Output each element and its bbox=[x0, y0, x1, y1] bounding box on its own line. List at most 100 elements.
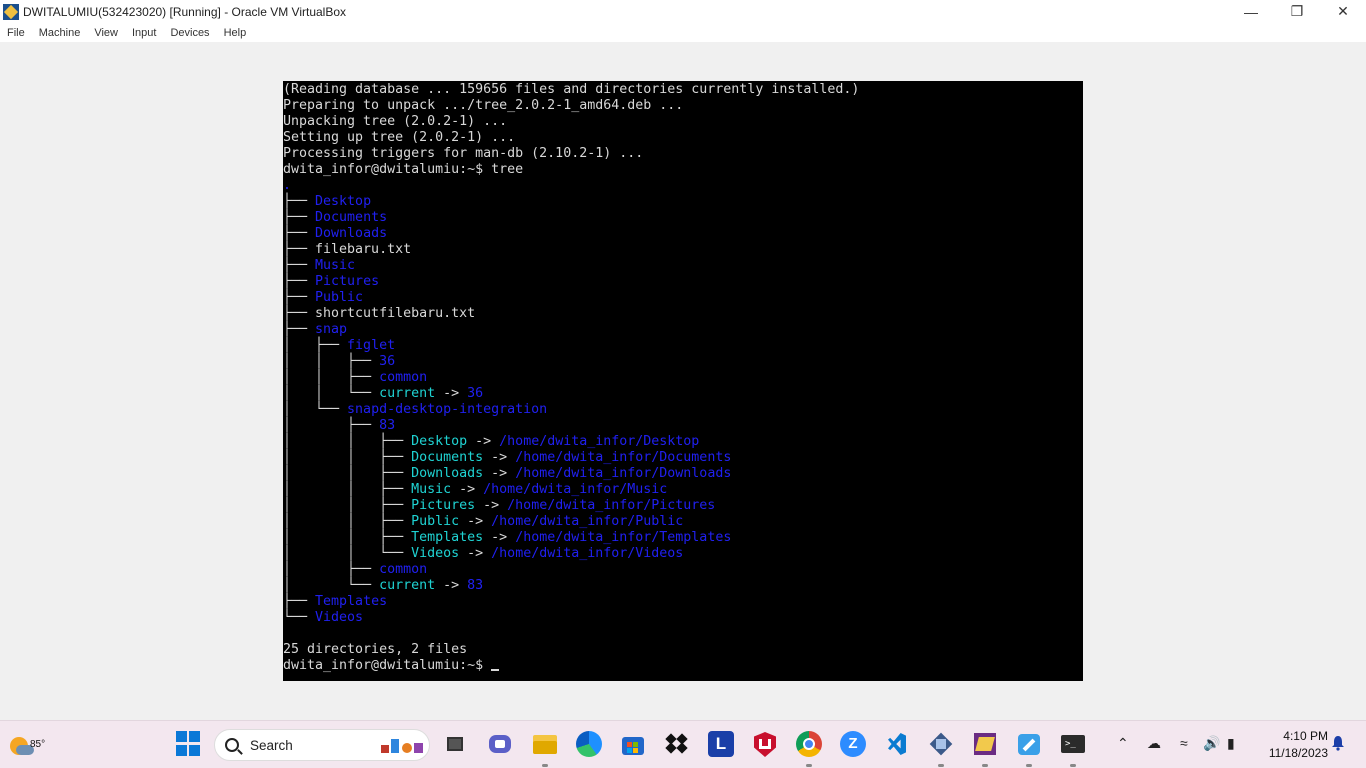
terminal-text: Preparing to unpack .../tree_2.0.2-1_amd… bbox=[283, 98, 684, 113]
paint-icon[interactable] bbox=[1016, 731, 1042, 757]
terminal-line: │ ├── common bbox=[283, 562, 859, 578]
symlink-name: Music bbox=[411, 482, 452, 497]
vscode-icon[interactable] bbox=[884, 731, 910, 757]
terminal-text: -> bbox=[459, 514, 492, 529]
search-icon bbox=[225, 738, 239, 752]
menu-file[interactable]: File bbox=[0, 27, 32, 39]
symlink-name: current bbox=[379, 386, 436, 401]
terminal-line: ├── Desktop bbox=[283, 194, 859, 210]
notification-bell-icon[interactable] bbox=[1331, 735, 1345, 751]
terminal-text: └── bbox=[283, 610, 316, 625]
terminal-line: │ │ ├── Music -> /home/dwita_infor/Music bbox=[283, 482, 859, 498]
terminal-line: │ └── current -> 83 bbox=[283, 578, 859, 594]
terminal-icon[interactable]: >_ bbox=[1060, 731, 1086, 757]
symlink-name: Downloads bbox=[411, 466, 484, 481]
menu-devices[interactable]: Devices bbox=[163, 27, 216, 39]
terminal-text: │ ├── bbox=[283, 418, 380, 433]
terminal-output: (Reading database ... 159656 files and d… bbox=[283, 82, 859, 674]
directory-name: Music bbox=[315, 258, 356, 273]
terminal-line: ├── snap bbox=[283, 322, 859, 338]
clock-time[interactable]: 4:10 PM bbox=[1268, 729, 1328, 743]
zoom-icon[interactable]: Z bbox=[840, 731, 866, 757]
terminal-line: │ ├── 83 bbox=[283, 418, 859, 434]
menu-machine[interactable]: Machine bbox=[32, 27, 88, 39]
terminal-text: │ │ ├── bbox=[283, 482, 412, 497]
mcafee-icon[interactable] bbox=[752, 731, 778, 757]
terminal-line: Preparing to unpack .../tree_2.0.2-1_amd… bbox=[283, 98, 859, 114]
running-indicator bbox=[982, 764, 988, 767]
search-input[interactable]: Search bbox=[214, 729, 430, 761]
terminal-text: -> bbox=[451, 482, 484, 497]
task-view-icon[interactable] bbox=[443, 731, 469, 757]
terminal-text: │ └── bbox=[283, 402, 348, 417]
file-explorer-icon[interactable] bbox=[532, 731, 558, 757]
terminal-text: │ ├── bbox=[283, 338, 348, 353]
chat-icon[interactable] bbox=[487, 731, 513, 757]
terminal-text: │ │ ├── bbox=[283, 498, 412, 513]
search-highlight-icon bbox=[381, 739, 423, 753]
directory-name: Desktop bbox=[315, 194, 372, 209]
window-titlebar[interactable]: DWITALUMIU(532423020) [Running] - Oracle… bbox=[0, 0, 1366, 23]
dropbox-icon[interactable] bbox=[664, 731, 690, 757]
symlink-name: Desktop bbox=[411, 434, 468, 449]
symlink-name: Pictures bbox=[411, 498, 476, 513]
clock-date[interactable]: 11/18/2023 bbox=[1258, 746, 1328, 760]
terminal-line: │ │ └── Videos -> /home/dwita_infor/Vide… bbox=[283, 546, 859, 562]
terminal-line: │ │ ├── Documents -> /home/dwita_infor/D… bbox=[283, 450, 859, 466]
terminal-screen[interactable]: (Reading database ... 159656 files and d… bbox=[283, 81, 1083, 681]
menu-help[interactable]: Help bbox=[217, 27, 254, 39]
winrar-icon[interactable] bbox=[972, 731, 998, 757]
directory-name: 36 bbox=[379, 354, 396, 369]
terminal-text: │ │ ├── bbox=[283, 530, 412, 545]
menu-view[interactable]: View bbox=[87, 27, 125, 39]
terminal-text: │ │ ├── bbox=[283, 466, 412, 481]
wifi-icon[interactable]: ≈ bbox=[1180, 735, 1188, 751]
minimize-icon[interactable]: — bbox=[1228, 0, 1274, 23]
taskbar: 85° Search L Z >_ ⌃ ☁ ≈ 🔊 ▮ 4:10 PM 11/1… bbox=[0, 720, 1366, 768]
menu-bar: File Machine View Input Devices Help bbox=[0, 23, 1366, 42]
symlink-target: /home/dwita_infor/Documents bbox=[515, 450, 732, 465]
l-app-icon[interactable]: L bbox=[708, 731, 734, 757]
symlink-target: /home/dwita_infor/Desktop bbox=[499, 434, 700, 449]
symlink-target: 36 bbox=[467, 386, 484, 401]
terminal-text: │ │ ├── bbox=[283, 370, 380, 385]
menu-input[interactable]: Input bbox=[125, 27, 163, 39]
terminal-line: Unpacking tree (2.0.2-1) ... bbox=[283, 114, 859, 130]
terminal-line: │ │ ├── 36 bbox=[283, 354, 859, 370]
terminal-line: │ │ ├── Templates -> /home/dwita_infor/T… bbox=[283, 530, 859, 546]
terminal-text: │ │ └── bbox=[283, 546, 412, 561]
symlink-name: Templates bbox=[411, 530, 484, 545]
battery-icon[interactable]: ▮ bbox=[1227, 735, 1235, 752]
directory-name: common bbox=[379, 370, 428, 385]
terminal-text: │ │ ├── bbox=[283, 354, 380, 369]
terminal-text: dwita_infor@dwitalumiu:~$ tree bbox=[283, 162, 524, 177]
virtualbox-app-icon bbox=[3, 3, 19, 20]
chevron-up-icon[interactable]: ⌃ bbox=[1117, 735, 1129, 752]
terminal-line: │ ├── figlet bbox=[283, 338, 859, 354]
close-icon[interactable]: ✕ bbox=[1320, 0, 1366, 23]
terminal-line: │ │ ├── Downloads -> /home/dwita_infor/D… bbox=[283, 466, 859, 482]
store-icon[interactable] bbox=[620, 731, 646, 757]
symlink-target: /home/dwita_infor/Pictures bbox=[507, 498, 716, 513]
terminal-text: (Reading database ... 159656 files and d… bbox=[283, 82, 860, 97]
weather-widget[interactable]: 85° bbox=[8, 729, 48, 761]
restore-icon[interactable]: ❐ bbox=[1274, 0, 1320, 23]
terminal-text: -> bbox=[467, 434, 500, 449]
start-icon[interactable] bbox=[176, 731, 202, 757]
terminal-line: ├── Music bbox=[283, 258, 859, 274]
terminal-cursor bbox=[491, 669, 500, 671]
terminal-line: │ │ ├── Public -> /home/dwita_infor/Publ… bbox=[283, 514, 859, 530]
onedrive-icon[interactable]: ☁ bbox=[1147, 735, 1161, 752]
directory-name: 83 bbox=[379, 418, 396, 433]
terminal-text: │ │ ├── bbox=[283, 434, 412, 449]
volume-icon[interactable]: 🔊 bbox=[1203, 735, 1220, 752]
terminal-text: Processing triggers for man-db (2.10.2-1… bbox=[283, 146, 644, 161]
terminal-line: ├── Downloads bbox=[283, 226, 859, 242]
terminal-text: ├── bbox=[283, 258, 316, 273]
terminal-line: ├── Public bbox=[283, 290, 859, 306]
chrome-icon[interactable] bbox=[796, 731, 822, 757]
edge-icon[interactable] bbox=[576, 731, 602, 757]
symlink-target: /home/dwita_infor/Templates bbox=[515, 530, 732, 545]
virtualbox-icon[interactable] bbox=[928, 731, 954, 757]
